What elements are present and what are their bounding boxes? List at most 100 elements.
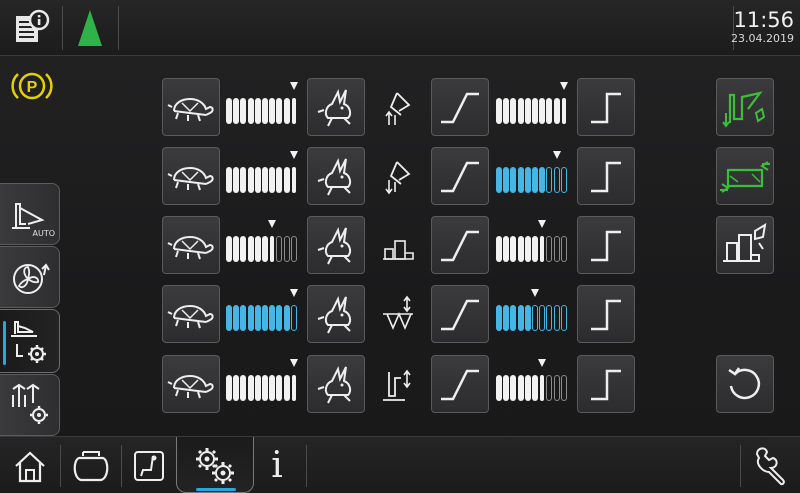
level-segment: [254, 375, 261, 401]
slow-button[interactable]: [162, 216, 220, 274]
slow-button[interactable]: [162, 78, 220, 136]
fast-button[interactable]: [307, 216, 365, 274]
level-segment: [546, 236, 553, 262]
clock-date: 23.04.2019: [731, 32, 794, 45]
auto-label: AUTO: [32, 229, 55, 238]
turtle-icon: [167, 304, 214, 329]
level-segment: [262, 375, 268, 401]
level-segment: [546, 375, 553, 401]
slow-button[interactable]: [162, 355, 220, 413]
step-curve-icon: [591, 92, 621, 124]
level-segment: [269, 167, 276, 193]
document-info-button[interactable]: [0, 0, 62, 56]
level-segment: [524, 305, 531, 331]
machine-config-button[interactable]: [716, 216, 774, 274]
level-segment: [539, 305, 546, 331]
ramp-button[interactable]: [431, 355, 489, 413]
ramp-button[interactable]: [431, 78, 489, 136]
step-button[interactable]: [577, 147, 635, 205]
ramp-level-bar[interactable]: [496, 359, 568, 409]
step-curve-icon: [591, 299, 621, 331]
seat-button[interactable]: [122, 437, 176, 493]
level-segment: [247, 167, 254, 193]
level-segment: [233, 305, 240, 331]
turtle-icon: [167, 374, 214, 399]
step-curve-icon: [591, 230, 621, 262]
info-button[interactable]: i: [254, 437, 300, 493]
seat-icon: [134, 450, 164, 481]
level-segment: [276, 236, 283, 262]
reset-icon: [728, 367, 761, 400]
reset-button[interactable]: [716, 355, 774, 413]
side-tab-hitch-auto[interactable]: AUTO: [0, 183, 60, 245]
level-segment: [269, 305, 276, 331]
level-segment: [517, 236, 524, 262]
level-segment: [561, 98, 566, 124]
level-segment: [240, 305, 247, 331]
clock: 11:56 23.04.2019: [731, 8, 794, 45]
fast-button[interactable]: [307, 285, 365, 343]
fast-button[interactable]: [307, 78, 365, 136]
turtle-icon: [167, 166, 214, 191]
ramp-level-bar[interactable]: [496, 151, 568, 201]
level-segment: [510, 375, 517, 401]
level-segment: [540, 375, 545, 401]
ramp-level-bar[interactable]: [496, 82, 568, 132]
step-curve-icon: [591, 161, 621, 193]
slow-button[interactable]: [162, 285, 220, 343]
level-pointer-icon: [289, 289, 298, 297]
home-button[interactable]: [0, 437, 60, 493]
speed-level-bar[interactable]: [226, 220, 298, 270]
row-function-label: [378, 151, 418, 201]
side-tab-attachment-settings[interactable]: [0, 309, 60, 373]
ramp-button[interactable]: [431, 147, 489, 205]
level-segment: [540, 236, 545, 262]
level-segment: [269, 98, 276, 124]
speed-level-bar[interactable]: [226, 289, 298, 339]
info-icon: i: [271, 445, 283, 486]
level-segment: [532, 375, 538, 401]
ramp-level-bar[interactable]: [496, 289, 568, 339]
swing-frame-green-button[interactable]: [716, 147, 774, 205]
ramp-button[interactable]: [431, 216, 489, 274]
slow-button[interactable]: [162, 147, 220, 205]
side-tab-fan[interactable]: [0, 246, 60, 308]
row-function-label: [378, 289, 418, 339]
level-pointer-icon: [268, 220, 277, 228]
fast-button[interactable]: [307, 355, 365, 413]
level-segment: [226, 375, 232, 401]
level-pointer-icon: [552, 151, 561, 159]
rear-hitch-height-icon: [383, 295, 413, 331]
top-bar: 11:56 23.04.2019: [0, 0, 800, 56]
level-pointer-icon: [289, 151, 298, 159]
engine-button[interactable]: [61, 437, 121, 493]
wrench-icon: [755, 446, 785, 485]
step-button[interactable]: [577, 216, 635, 274]
level-segment: [276, 305, 283, 331]
level-segment: [226, 236, 232, 262]
service-button[interactable]: [741, 437, 800, 493]
speed-level-bar[interactable]: [226, 82, 298, 132]
step-button[interactable]: [577, 355, 635, 413]
ramp-curve-icon: [441, 92, 479, 124]
rabbit-icon: [317, 226, 352, 265]
clock-time: 11:56: [733, 8, 794, 32]
settings-tab[interactable]: [176, 437, 254, 493]
level-segment: [290, 305, 297, 331]
level-segment: [496, 305, 502, 331]
speed-level-bar[interactable]: [226, 151, 298, 201]
step-button[interactable]: [577, 78, 635, 136]
speed-level-bar[interactable]: [226, 359, 298, 409]
level-segment: [546, 305, 553, 331]
side-tab-tools-settings[interactable]: [0, 374, 60, 436]
ramp-button[interactable]: [431, 285, 489, 343]
level-pointer-icon: [289, 359, 298, 367]
hitch-green-button[interactable]: [716, 78, 774, 136]
side-tabs: AUTO: [0, 183, 64, 436]
level-segment: [524, 167, 531, 193]
level-segment: [560, 305, 567, 331]
fast-button[interactable]: [307, 147, 365, 205]
level-segment: [553, 236, 560, 262]
ramp-level-bar[interactable]: [496, 220, 568, 270]
step-button[interactable]: [577, 285, 635, 343]
